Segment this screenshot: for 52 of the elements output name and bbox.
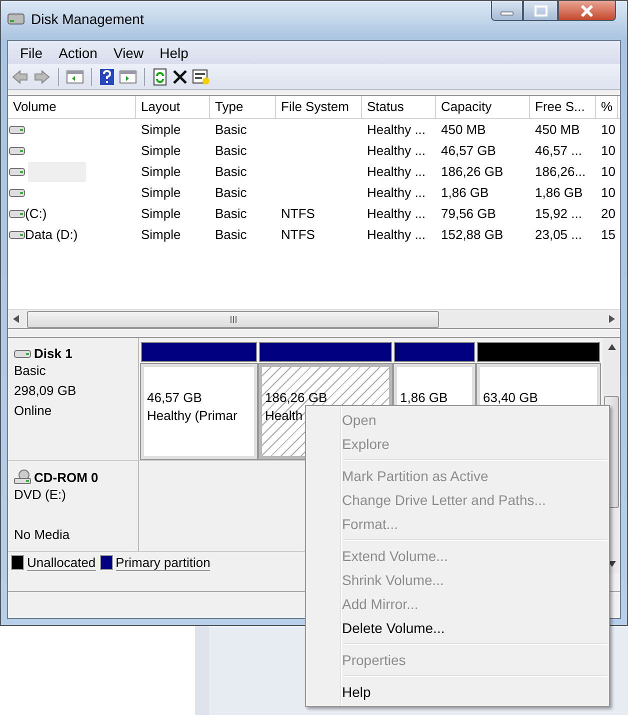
table-cell: 23,05 ... <box>535 226 582 244</box>
table-cell: 186,26... <box>535 162 586 180</box>
table-cell: Healthy ... <box>367 204 426 222</box>
table-cell: Data (D:) <box>25 226 78 244</box>
table-cell: 450 MB <box>535 120 580 138</box>
table-cell: 10 <box>601 162 616 180</box>
table-cell: Basic <box>215 120 247 138</box>
table-cell: 186,26 GB <box>441 162 504 180</box>
disk-name: CD-ROM 0 <box>34 470 98 485</box>
disk-status: No Media <box>14 526 71 544</box>
legend-label: Unallocated <box>27 554 96 571</box>
table-cell: Basic <box>215 142 247 160</box>
table-cell: Simple <box>141 162 181 180</box>
table-cell: Healthy ... <box>367 162 426 180</box>
table-cell: 1,86 GB <box>535 184 583 202</box>
table-cell: 46,57 ... <box>535 142 582 160</box>
table-cell: 79,56 GB <box>441 204 496 222</box>
table-cell: 46,57 GB <box>441 142 496 160</box>
table-cell: 10 <box>601 120 616 138</box>
legend-label: Primary partition <box>116 554 210 571</box>
table-cell: 1,86 GB <box>441 184 489 202</box>
table-cell: 20 <box>601 204 616 222</box>
partition-size: 186,26 GB <box>265 389 328 407</box>
table-cell: 450 MB <box>441 120 486 138</box>
table-cell: NTFS <box>281 226 315 244</box>
disk-type: Basic <box>14 362 47 380</box>
table-cell: Simple <box>141 226 181 244</box>
table-cell: (C:) <box>25 204 47 222</box>
table-cell: Healthy ... <box>367 120 426 138</box>
window-title: Disk Management <box>31 11 144 27</box>
table-cell: NTFS <box>281 204 315 222</box>
table-cell: Healthy ... <box>367 142 426 160</box>
table-cell: Simple <box>141 142 181 160</box>
table-cell: 10 <box>601 184 616 202</box>
disk-type: DVD (E:) <box>14 486 67 504</box>
table-cell: Healthy ... <box>367 184 426 202</box>
table-cell: Basic <box>215 162 247 180</box>
table-cell: 10 <box>601 142 616 160</box>
table-cell: Healthy ... <box>367 226 426 244</box>
disk-status: Online <box>14 402 53 420</box>
table-cell: Basic <box>215 204 247 222</box>
table-cell: 152,88 GB <box>441 226 504 244</box>
table-cell: Simple <box>141 120 181 138</box>
table-cell: Basic <box>215 184 247 202</box>
table-cell: Simple <box>141 204 181 222</box>
table-cell: 15,92 ... <box>535 204 582 222</box>
partition-status: Health <box>265 407 303 425</box>
table-cell: 15 <box>601 226 616 244</box>
table-cell: Basic <box>215 226 247 244</box>
disk-name: Disk 1 <box>34 346 72 361</box>
table-cell: Simple <box>141 184 181 202</box>
disk-size: 298,09 GB <box>14 382 78 400</box>
